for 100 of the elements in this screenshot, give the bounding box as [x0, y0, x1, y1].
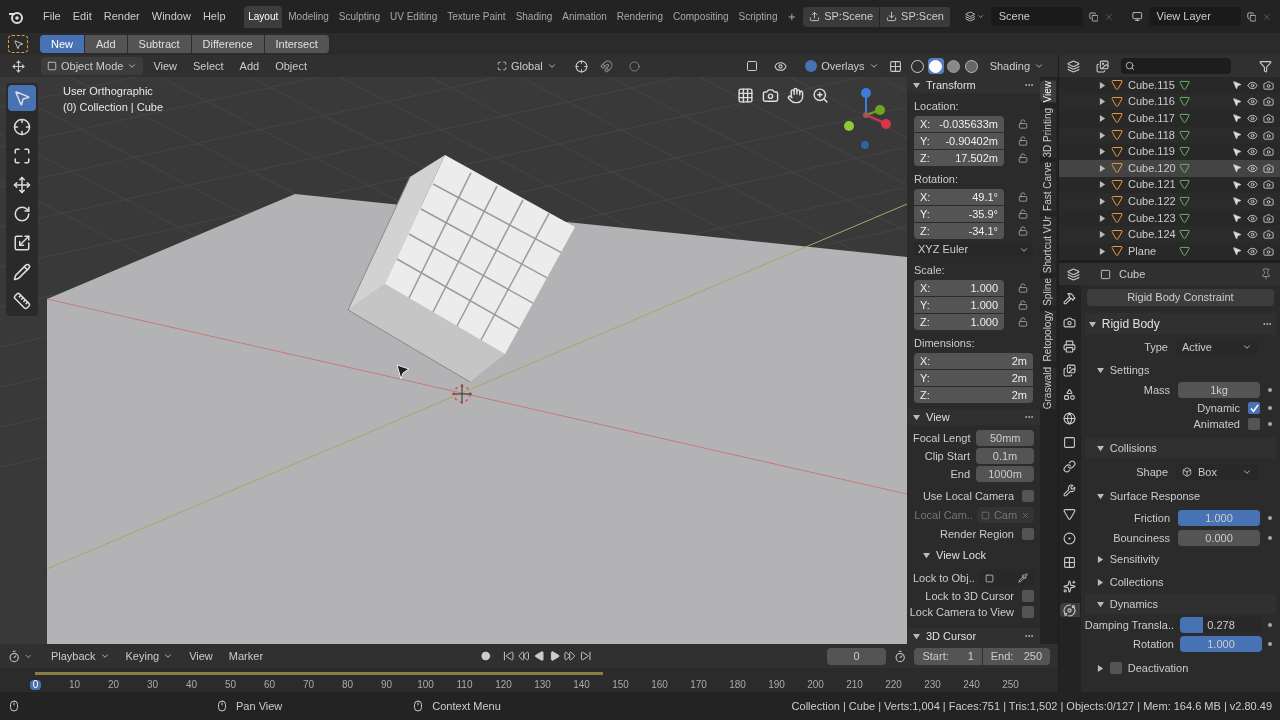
lock-icon[interactable]	[1018, 226, 1028, 236]
scene-field[interactable]: Scene	[990, 7, 1083, 26]
lock-icon[interactable]	[1018, 192, 1028, 202]
eye-icon[interactable]	[1247, 113, 1258, 124]
subpanel-title[interactable]: Surface Response	[1109, 490, 1201, 502]
camera-icon[interactable]	[1263, 229, 1274, 241]
eye-icon[interactable]	[1247, 179, 1258, 191]
select-icon[interactable]	[1232, 80, 1242, 91]
eye-icon[interactable]	[1247, 195, 1258, 207]
overlays-dropdown[interactable]: Overlays	[799, 57, 885, 75]
workspace-tab[interactable]: Sculpting	[334, 5, 384, 28]
menu-item[interactable]: Window	[146, 11, 196, 22]
expand-arrow-icon[interactable]	[1099, 115, 1106, 122]
select-icon[interactable]	[1232, 213, 1242, 224]
mode-button[interactable]: Difference	[191, 35, 265, 53]
menu-item[interactable]: Select	[187, 60, 230, 72]
play-reverse-icon[interactable]	[533, 650, 545, 662]
expand-arrow-icon[interactable]	[1096, 664, 1104, 672]
expand-arrow-icon[interactable]	[913, 81, 920, 89]
expand-arrow-icon[interactable]	[913, 413, 920, 421]
number-field[interactable]: Z: 2m	[914, 387, 1033, 403]
eye-icon[interactable]	[1247, 162, 1258, 174]
sidebar-tab[interactable]: Graswald	[1040, 366, 1056, 409]
eye-icon[interactable]	[1247, 212, 1258, 224]
view-layer-field[interactable]: View Layer	[1148, 7, 1241, 26]
editor-type-icon[interactable]	[12, 59, 25, 73]
next-keyframe-icon[interactable]	[564, 650, 576, 662]
menu-item[interactable]: Render	[98, 11, 145, 22]
rendered-shading-button[interactable]	[963, 58, 980, 74]
eye-icon[interactable]	[1247, 129, 1258, 141]
sidebar-tab[interactable]: Spline	[1040, 278, 1056, 306]
subpanel-title[interactable]: Settings	[1109, 364, 1150, 376]
checkbox[interactable]	[1248, 402, 1260, 414]
expand-arrow-icon[interactable]	[1099, 131, 1106, 139]
select-icon[interactable]	[1232, 163, 1242, 174]
active-tool-icon[interactable]	[8, 35, 28, 53]
expand-arrow-icon[interactable]	[1096, 600, 1104, 608]
outliner-row[interactable]: Cube.119	[1059, 143, 1280, 160]
record-icon[interactable]	[481, 651, 491, 661]
number-field[interactable]: 1kg	[1178, 382, 1260, 398]
checkbox[interactable]	[1022, 606, 1034, 618]
lock-icon[interactable]	[1018, 119, 1028, 129]
number-field[interactable]: 1000m	[976, 466, 1034, 482]
checkbox[interactable]	[1248, 418, 1260, 430]
menu-item[interactable]: Object	[269, 60, 313, 72]
shape-dropdown[interactable]: Box	[1176, 464, 1258, 480]
current-frame-field[interactable]: 0	[827, 647, 887, 665]
copy-scene-icon[interactable]	[1088, 10, 1099, 23]
select-icon[interactable]	[1232, 130, 1242, 141]
snap-icon[interactable]	[599, 59, 613, 73]
select-icon[interactable]	[1232, 113, 1242, 124]
mode-button[interactable]: Intersect	[264, 35, 330, 53]
camera-icon[interactable]	[1263, 162, 1274, 174]
camera-icon[interactable]	[1263, 129, 1274, 141]
search-field[interactable]	[1121, 58, 1231, 74]
number-field[interactable]: 50mm	[976, 430, 1034, 446]
number-field[interactable]: X: 1.000	[914, 280, 1004, 296]
lock-icon[interactable]	[1018, 153, 1028, 163]
outliner-row[interactable]: Cube.120	[1059, 159, 1280, 177]
camera-icon[interactable]	[1263, 212, 1274, 224]
panel-title[interactable]: Rigid Body	[1101, 318, 1160, 330]
editor-type-icon[interactable]	[1067, 59, 1080, 73]
properties-tab[interactable]	[1059, 603, 1080, 617]
solid-shading-button[interactable]	[927, 58, 944, 74]
number-field[interactable]: Y: 1.000	[914, 297, 1004, 313]
subpanel-title[interactable]: Collisions	[1109, 442, 1157, 454]
select-icon[interactable]	[1232, 179, 1242, 190]
outliner-row[interactable]: Cube.115	[1059, 77, 1280, 94]
subpanel-title[interactable]: Dynamics	[1109, 598, 1159, 610]
select-icon[interactable]	[1232, 246, 1242, 257]
expand-arrow-icon[interactable]	[1088, 320, 1096, 328]
type-dropdown[interactable]: Active	[1176, 339, 1258, 355]
mode-dropdown[interactable]: Object Mode	[41, 57, 144, 75]
previous-keyframe-icon[interactable]	[518, 650, 530, 662]
number-field[interactable]: Z: 17.502m	[914, 150, 1004, 166]
outliner-row[interactable]: Cube.117	[1059, 110, 1280, 127]
camera-icon[interactable]	[1263, 79, 1274, 91]
viewport[interactable]: User Orthographic (0) Collection | Cube	[0, 77, 907, 644]
number-field[interactable]: X: 49.1°	[914, 189, 1004, 205]
subpanel-title[interactable]: Deactivation	[1127, 662, 1189, 674]
camera-icon[interactable]	[1263, 179, 1274, 191]
expand-arrow-icon[interactable]	[923, 552, 930, 559]
number-field[interactable]: Z: 1.000	[914, 314, 1004, 330]
workspace-tab[interactable]: Scripting	[734, 5, 782, 28]
eye-icon[interactable]	[1247, 229, 1258, 241]
checkbox[interactable]	[1022, 528, 1034, 540]
lock-icon[interactable]	[1018, 317, 1028, 327]
expand-arrow-icon[interactable]	[1099, 214, 1106, 222]
sidebar-tab[interactable]: Fast Carve	[1040, 161, 1056, 211]
view-layer-icon[interactable]	[1132, 10, 1143, 23]
hand-icon[interactable]	[787, 87, 804, 104]
slider-field[interactable]: 0.278	[1180, 617, 1262, 633]
shading-dropdown[interactable]: Shading	[983, 57, 1050, 75]
workspace-tab[interactable]: UV Editing	[386, 5, 442, 28]
sidebar-tab[interactable]: View	[1040, 81, 1056, 103]
mode-button[interactable]: New	[40, 35, 85, 53]
number-field[interactable]: X: -0.035633m	[914, 116, 1004, 132]
orientation-dropdown[interactable]: Global	[491, 57, 563, 75]
material-shading-button[interactable]	[945, 58, 962, 74]
stopwatch-icon[interactable]	[894, 649, 907, 663]
